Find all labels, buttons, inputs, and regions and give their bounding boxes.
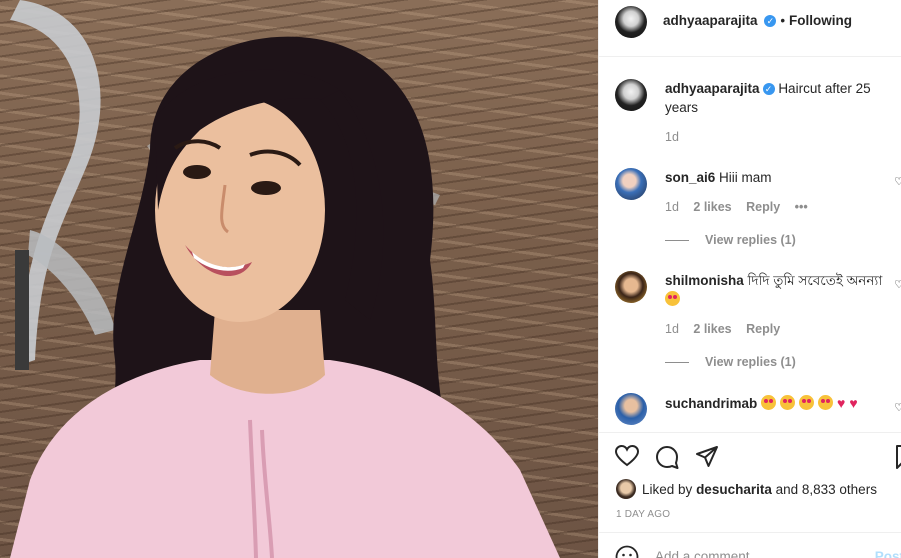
- post-header: adhyaaparajita ✓ • Following: [599, 0, 901, 57]
- caption-time[interactable]: 1d: [665, 130, 679, 144]
- caption-meta: 1d: [665, 130, 690, 144]
- post-time-ago[interactable]: 1 DAY AGO: [616, 509, 670, 520]
- star-eyes-emoji-icon: [665, 291, 680, 306]
- comment-item: suchandrimab ♥ ♥: [665, 394, 890, 413]
- header-username[interactable]: adhyaaparajita: [663, 13, 758, 28]
- comment-username[interactable]: suchandrimab: [665, 396, 757, 411]
- reply-button[interactable]: Reply: [746, 322, 780, 336]
- following-button[interactable]: Following: [789, 13, 852, 28]
- caption-avatar[interactable]: [615, 79, 647, 111]
- star-eyes-emoji-icon: [799, 395, 815, 410]
- comment-time[interactable]: 1d: [665, 200, 679, 214]
- heart-icon[interactable]: [614, 444, 640, 470]
- emoji-picker-icon[interactable]: [615, 545, 639, 558]
- post-actions: Liked by desucharita and 8,833 others 1 …: [599, 432, 901, 532]
- comment-like-heart-icon[interactable]: ♡: [894, 278, 901, 291]
- header-user-line: adhyaaparajita ✓ • Following: [663, 12, 852, 28]
- liked-by-suffix[interactable]: and 8,833 others: [776, 482, 877, 497]
- star-eyes-emoji-icon: [818, 395, 834, 410]
- commenter-avatar[interactable]: [615, 271, 647, 303]
- comment-like-heart-icon[interactable]: ♡: [894, 401, 901, 414]
- star-eyes-emoji-icon: [780, 395, 796, 410]
- comment-time[interactable]: 1d: [665, 322, 679, 336]
- comment-item: shilmonisha দিদি তুমি সবেতেই অনন্যা: [665, 271, 890, 309]
- view-replies-button[interactable]: View replies (1): [665, 233, 796, 247]
- liked-by-user[interactable]: desucharita: [696, 482, 772, 497]
- photo-illustration: [10, 0, 560, 558]
- comment-text: Hiii mam: [719, 170, 772, 185]
- comment-item: son_ai6 Hiii mam: [665, 168, 890, 187]
- likes-summary: Liked by desucharita and 8,833 others: [616, 479, 877, 499]
- divider-line: [665, 361, 689, 363]
- view-replies-label: View replies (1): [705, 355, 796, 369]
- comment-username[interactable]: son_ai6: [665, 170, 715, 185]
- verified-badge-icon: ✓: [764, 15, 777, 28]
- post-details-panel: adhyaaparajita ✓ • Following adhyaaparaj…: [598, 0, 901, 558]
- comment-meta: 1d 2 likes Reply: [665, 322, 791, 336]
- comment-username[interactable]: shilmonisha: [665, 273, 744, 288]
- liked-by-prefix: Liked by: [642, 481, 693, 497]
- star-eyes-emoji-icon: [761, 395, 777, 410]
- share-icon[interactable]: [695, 445, 719, 472]
- comments-list[interactable]: adhyaaparajita ✓ Haircut after 25 years 1…: [599, 57, 901, 432]
- comment-text: দিদি তুমি সবেতেই অনন্যা: [747, 273, 883, 288]
- red-heart-emoji-icon: ♥: [849, 395, 858, 411]
- more-options-icon[interactable]: •••: [795, 200, 808, 214]
- comment-likes[interactable]: 2 likes: [693, 322, 731, 336]
- verified-badge-icon: ✓: [762, 83, 775, 96]
- liker-avatar[interactable]: [616, 479, 636, 499]
- caption-username[interactable]: adhyaaparajita: [665, 81, 760, 96]
- add-comment-bar: Add a comment... Post: [599, 532, 901, 558]
- commenter-avatar[interactable]: [615, 168, 647, 200]
- author-avatar[interactable]: [615, 6, 647, 38]
- commenter-avatar[interactable]: [615, 393, 647, 425]
- comment-icon[interactable]: [655, 445, 679, 472]
- comment-likes[interactable]: 2 likes: [693, 200, 731, 214]
- caption: adhyaaparajita ✓ Haircut after 25 years: [665, 79, 890, 117]
- post-comment-button[interactable]: Post: [875, 549, 901, 558]
- reply-button[interactable]: Reply: [746, 200, 780, 214]
- comment-meta: 1d 2 likes Reply •••: [665, 200, 819, 214]
- header-separator: •: [780, 13, 786, 28]
- comment-like-heart-icon[interactable]: ♡: [894, 175, 901, 188]
- divider-line: [665, 239, 689, 241]
- bookmark-icon[interactable]: [895, 445, 901, 472]
- add-comment-input[interactable]: Add a comment...: [655, 549, 761, 558]
- view-replies-label: View replies (1): [705, 233, 796, 247]
- view-replies-button[interactable]: View replies (1): [665, 355, 796, 369]
- post-photo[interactable]: [0, 0, 598, 558]
- red-heart-emoji-icon: ♥: [837, 395, 846, 411]
